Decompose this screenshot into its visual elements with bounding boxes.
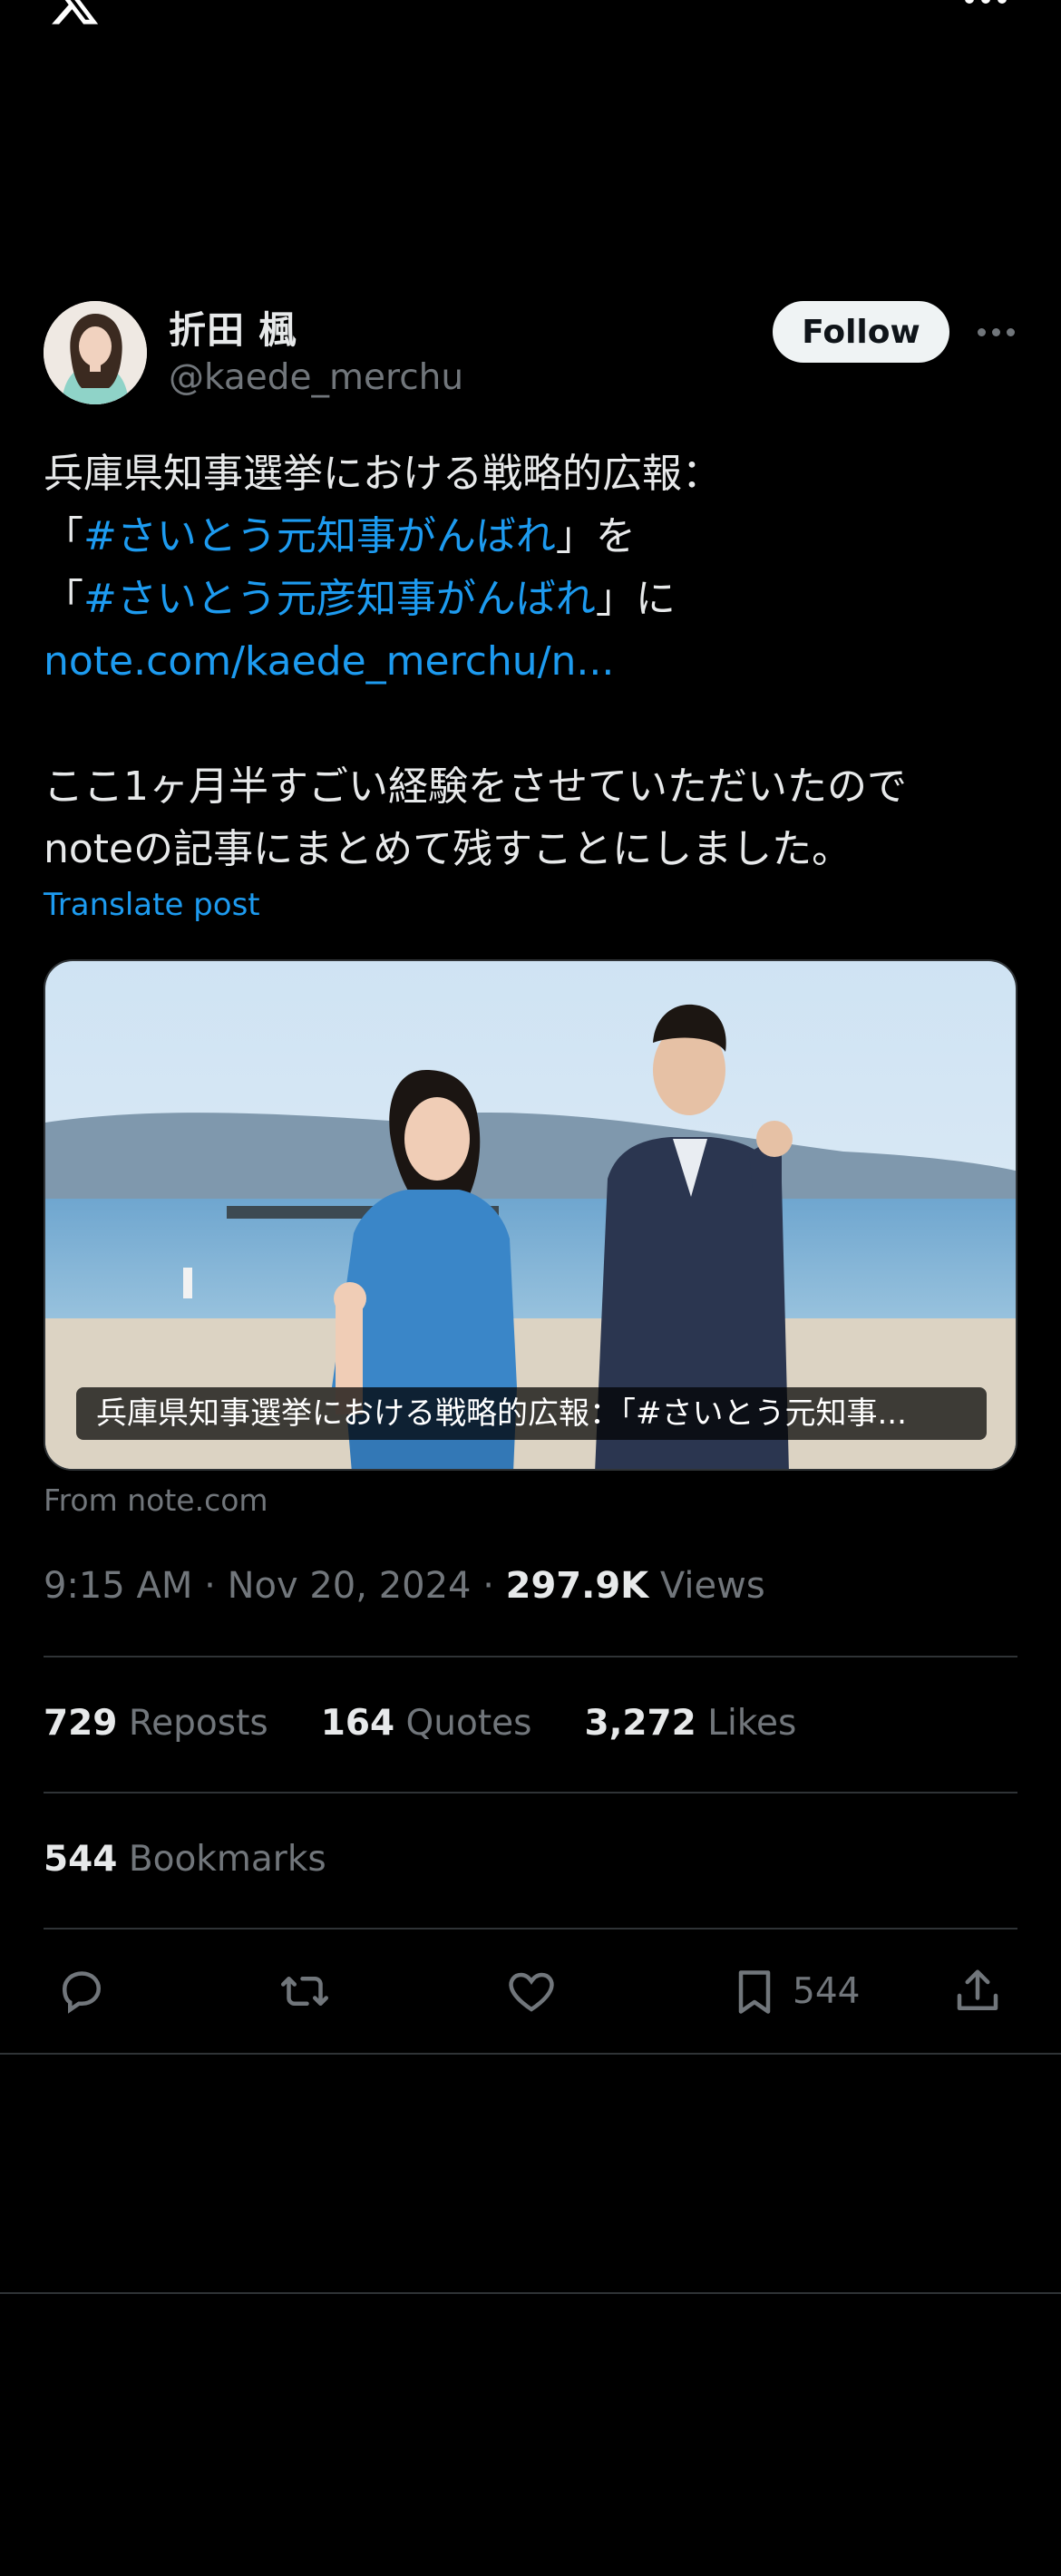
tweet-page: 折田 楓 @kaede_merchu Follow 兵庫県知事選挙における戦略的… xyxy=(0,0,1061,2576)
x-logo-icon[interactable] xyxy=(44,0,105,29)
display-name[interactable]: 折田 楓 xyxy=(169,299,297,354)
bookmark-count: 544 xyxy=(793,1971,861,2012)
quotes-stat[interactable]: 164 Quotes xyxy=(321,1703,532,1744)
hashtag-link[interactable]: #さいとう元知事がんばれ xyxy=(83,513,556,559)
views-count: 297.9K xyxy=(505,1565,649,1607)
post-text: 兵庫県知事選挙における戦略的広報： 「#さいとう元知事がんばれ」を 「#さいとう… xyxy=(44,442,1023,880)
avatar[interactable] xyxy=(44,301,147,404)
post-line: 兵庫県知事選挙における戦略的広報： xyxy=(44,451,722,497)
engagement-stats: 729 Reposts 164 Quotes 3,272 Likes xyxy=(44,1703,849,1744)
user-handle[interactable]: @kaede_merchu xyxy=(169,357,463,398)
post-line: 「#さいとう元知事がんばれ」を xyxy=(44,513,636,559)
bookmark-icon[interactable] xyxy=(727,1964,782,2018)
heart-icon[interactable] xyxy=(504,1964,559,2018)
post-date[interactable]: Nov 20, 2024 xyxy=(228,1565,472,1607)
post-line: note.com/kaede_merchu/n... xyxy=(44,630,1023,693)
divider xyxy=(44,1792,1017,1793)
post-meta: 9:15 AM · Nov 20, 2024 · 297.9K Views xyxy=(44,1565,765,1607)
repost-icon[interactable] xyxy=(277,1964,332,2018)
post-body-line: noteの記事にまとめて残すことにしました。 xyxy=(44,826,852,872)
share-icon[interactable] xyxy=(950,1964,1005,2018)
card-caption: 兵庫県知事選挙における戦略的広報：「#さいとう元知事... xyxy=(76,1387,987,1440)
link-card[interactable]: 兵庫県知事選挙における戦略的広報：「#さいとう元知事... xyxy=(44,959,1017,1471)
divider xyxy=(0,2053,1061,2055)
post-line: 「#さいとう元彦知事がんばれ」に xyxy=(44,576,676,622)
more-horizontal-icon[interactable] xyxy=(965,0,1007,4)
card-source[interactable]: From note.com xyxy=(44,1482,268,1518)
reposts-stat[interactable]: 729 Reposts xyxy=(44,1703,268,1744)
divider xyxy=(44,1656,1017,1657)
divider xyxy=(0,2292,1061,2294)
translate-post-link[interactable]: Translate post xyxy=(44,887,260,923)
bookmarks-stat[interactable]: 544 Bookmarks xyxy=(44,1839,326,1880)
divider xyxy=(44,1928,1017,1930)
reply-icon[interactable] xyxy=(54,1964,109,2018)
more-horizontal-icon[interactable] xyxy=(978,328,1015,336)
likes-stat[interactable]: 3,272 Likes xyxy=(584,1703,796,1744)
url-link[interactable]: note.com/kaede_merchu/n... xyxy=(44,638,614,685)
hashtag-link[interactable]: #さいとう元彦知事がんばれ xyxy=(83,576,596,622)
post-body-line: ここ1ヶ月半すごい経験をさせていただいたので xyxy=(44,763,907,810)
follow-button[interactable]: Follow xyxy=(773,301,949,363)
views-label: Views xyxy=(659,1565,765,1607)
post-time[interactable]: 9:15 AM xyxy=(44,1565,192,1607)
